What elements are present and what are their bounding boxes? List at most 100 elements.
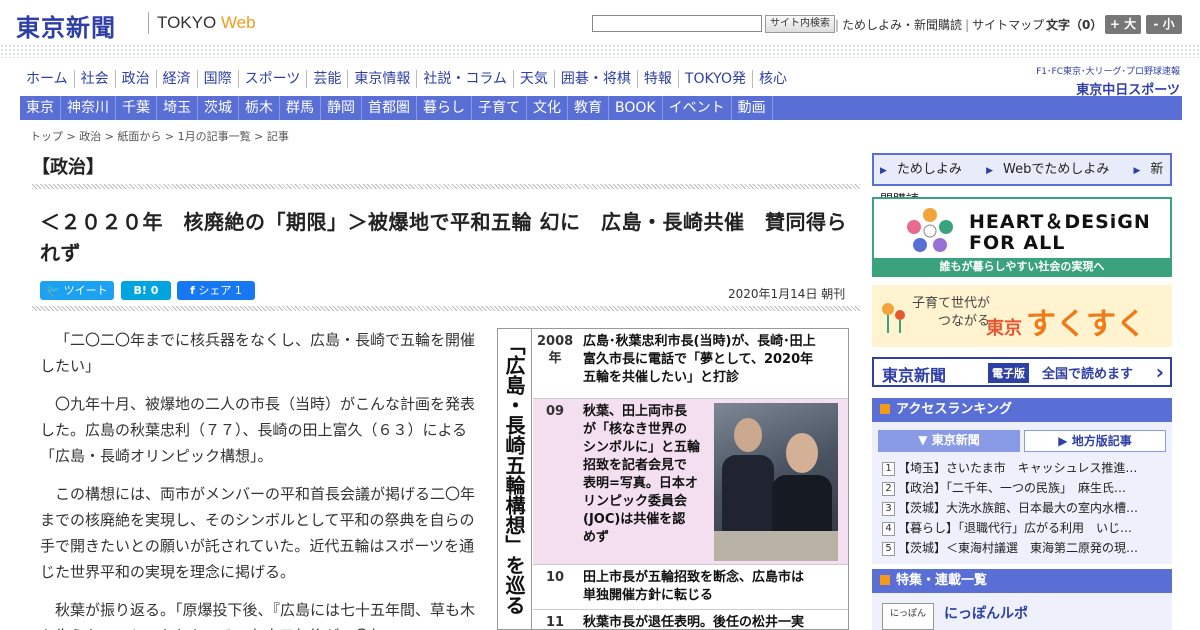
nav-item-weather[interactable]: 天気: [514, 70, 555, 88]
digital-edition-banner[interactable]: 東京新聞 電子版 全国で読めます ›: [872, 357, 1172, 387]
nav-item-kakushin[interactable]: 核心: [753, 70, 793, 88]
breadcrumb-january[interactable]: 1月の記事一覧: [178, 130, 251, 143]
article-paragraph: 秋葉が振り返る。「原爆投下後、『広島には七十五年間、草も木も生えない』といわれた…: [40, 601, 476, 630]
sukusuku-tagline-2: つながる: [938, 314, 991, 329]
subnav-item-kanagawa[interactable]: 神奈川: [61, 96, 116, 120]
search-input[interactable]: [592, 15, 762, 32]
heart-design-logo-icon: [907, 208, 953, 252]
header-dot-band: [0, 44, 1200, 58]
subnav-item-shutoken[interactable]: 首都圏: [362, 96, 417, 120]
subnav-item-gunma[interactable]: 群馬: [280, 96, 321, 120]
trial-link-label: ためしよみ: [896, 162, 962, 177]
section-divider: [32, 184, 860, 189]
timeline-figure[interactable]: 「広島・長崎五輪構想」を巡る動き 2008 年 広島･秋葉忠利市長(当時)が、長…: [497, 328, 849, 630]
subnav-item-kyoiku[interactable]: 教育: [568, 96, 609, 120]
timeline-year: 2008 年: [537, 334, 574, 366]
ranking-tab-tokyo[interactable]: ▼ 東京新聞: [878, 430, 1020, 452]
nav-item-tokyo-hatsu[interactable]: TOKYO発: [679, 70, 753, 88]
subnav-item-kosodate[interactable]: 子育て: [472, 96, 527, 120]
main-nav: ホーム 社会 政治 経済 国際 スポーツ 芸能 東京情報 社説・コラム 天気 囲碁・将棋 特報 TOKY…: [20, 70, 793, 92]
subnav-item-book[interactable]: BOOK: [609, 96, 663, 120]
trial-subscribe-box: ▶ためしよみ ▶Webでためしよみ ▶新聞購読: [872, 153, 1172, 208]
nav-item-politics[interactable]: 政治: [116, 70, 157, 88]
nav-item-tokyo-info[interactable]: 東京情報: [348, 70, 418, 88]
nav-item-international[interactable]: 国際: [198, 70, 239, 88]
article-divider: [32, 306, 860, 311]
subnav-item-shizuoka[interactable]: 静岡: [321, 96, 362, 120]
ranking-tab-local-label: 地方版記事: [1071, 434, 1132, 448]
breadcrumb-current: 記事: [266, 130, 289, 143]
breadcrumb-shimen[interactable]: 紙面から: [117, 130, 161, 143]
ranking-list: 1 【埼玉】さいたま市 キャッシュレス推進… 2 【政治】「二千年、一つの民族」 麻…: [882, 458, 1166, 558]
font-bigger-button[interactable]: + 大: [1105, 15, 1141, 34]
timeline-text: 田上市長が五輪招致を断念、広島市は 単独開催方針に転じる: [583, 570, 805, 603]
subnav-item-chiba[interactable]: 千葉: [116, 96, 157, 120]
nav-item-home[interactable]: ホーム: [20, 70, 75, 88]
tweet-button[interactable]: 🐦 ツイート: [40, 281, 114, 300]
sukusuku-banner[interactable]: 子育て世代が つながる 東京 すくすく: [872, 285, 1172, 347]
web-trial-link[interactable]: ▶ Webでためしよみ: [986, 162, 1119, 177]
subnav-item-bunka[interactable]: 文化: [527, 96, 568, 120]
top-link-subscribe[interactable]: ためしよみ・新聞購読: [839, 18, 965, 32]
chunichi-sports-link[interactable]: F1･FC東京･大リーグ･プロ野球速報 東京中日スポーツ: [1030, 64, 1180, 98]
article-body: 「二〇二〇年までに核兵器をなくし、広島・長崎で五輪を開催したい」 〇九年十月、被…: [40, 327, 480, 630]
regional-nav: 東京 神奈川 千葉 埼玉 茨城 栃木 群馬 静岡 首都圏 暮らし 子育て 文化 教育 BOOK イベント 動画: [20, 96, 1182, 120]
nav-item-sports[interactable]: スポーツ: [239, 70, 308, 88]
sukusuku-city: 東京: [986, 318, 1022, 339]
nav-item-entertainment[interactable]: 芸能: [307, 70, 349, 88]
facebook-icon: f: [190, 284, 195, 297]
facebook-share-label: シェア 1: [198, 284, 242, 297]
heart-design-banner[interactable]: HEART＆DESiGN FOR ALL 誰もが暮らしやすい社会の実現へ: [872, 197, 1172, 277]
timeline-year: 09: [545, 404, 565, 419]
subnav-item-saitama[interactable]: 埼玉: [157, 96, 198, 120]
square-bullet-icon: [880, 575, 890, 585]
site-header: 東京新聞 TOKYO Web サイト内検索 | ためしよみ・新聞購読 | サイトマップ…: [0, 0, 1200, 46]
top-links: | ためしよみ・新聞購読 | サイトマップ |: [835, 18, 1052, 32]
ranking-tab-local[interactable]: ▶ 地方版記事: [1024, 430, 1166, 452]
hatena-bookmark-button[interactable]: B! 0: [121, 281, 171, 300]
font-smaller-button[interactable]: - 小: [1146, 15, 1182, 34]
subnav-item-video[interactable]: 動画: [732, 96, 773, 120]
ranking-item[interactable]: 3 【茨城】大洗水族館、日本最大の室内水槽…: [882, 498, 1166, 518]
nav-item-tokuho[interactable]: 特報: [638, 70, 679, 88]
subnav-item-kurashi[interactable]: 暮らし: [417, 96, 472, 120]
breadcrumb-politics[interactable]: 政治: [79, 130, 101, 143]
site-logo[interactable]: 東京新聞: [16, 8, 116, 43]
nippon-rupo-icon[interactable]: にっぽん: [882, 603, 934, 630]
heart-design-title-1: HEART＆DESiGN: [969, 211, 1151, 233]
subnav-item-event[interactable]: イベント: [663, 96, 732, 120]
subnav-item-ibaraki[interactable]: 茨城: [198, 96, 239, 120]
ranking-item[interactable]: 2 【政治】「二千年、一つの民族」 麻生氏…: [882, 478, 1166, 498]
nav-item-go-shogi[interactable]: 囲碁・将棋: [555, 70, 638, 88]
triangle-icon: ▶: [880, 166, 887, 176]
nav-item-society[interactable]: 社会: [75, 70, 116, 88]
ranking-item-text: 【暮らし】「退職代行」広がる利用 いじ…: [898, 521, 1133, 535]
ranking-tab-tokyo-label: 東京新聞: [931, 433, 980, 447]
article-headline: ＜２０２０年 核廃絶の「期限」＞被爆地で平和五輪 幻に 広島・長崎共催 賛同得ら…: [40, 210, 847, 265]
breadcrumb-top[interactable]: トップ: [30, 130, 63, 143]
sukusuku-tagline: 子育て世代が つながる: [912, 295, 990, 331]
tweet-label: ツイート: [63, 284, 108, 297]
access-ranking-box: アクセスランキング ▼ 東京新聞 ▶ 地方版記事 1 【埼玉】さいたま市 キャッシ…: [872, 398, 1172, 564]
nav-item-editorial[interactable]: 社説・コラム: [417, 70, 514, 88]
ranking-item-text: 【政治】「二千年、一つの民族」 麻生氏…: [898, 481, 1127, 495]
nippon-rupo-link[interactable]: にっぽんルポ: [944, 603, 1028, 623]
timeline-text: 広島･秋葉忠利市長(当時)が、長崎･田上 富久市長に電話で「夢として、2020年…: [583, 334, 816, 385]
tokyo-web-logo[interactable]: TOKYO Web: [157, 13, 256, 33]
top-link-sitemap[interactable]: サイトマップ: [969, 18, 1047, 32]
nav-item-economy[interactable]: 経済: [157, 70, 198, 88]
facebook-share-button[interactable]: f シェア 1: [177, 281, 255, 300]
timeline-year: 10: [545, 570, 565, 585]
ranking-item[interactable]: 4 【暮らし】「退職代行」広がる利用 いじ…: [882, 518, 1166, 538]
triangle-icon: ▶: [986, 166, 993, 176]
trial-link[interactable]: ▶ ためしよみ: [880, 162, 972, 177]
site-search-button[interactable]: サイト内検索: [765, 15, 835, 33]
ranking-item-text: 【茨城】大洗水族館、日本最大の室内水槽…: [898, 501, 1139, 515]
ranking-item[interactable]: 5 【茨城】＜東海村議選 東海第二原発の現…: [882, 538, 1166, 558]
subnav-item-tochigi[interactable]: 栃木: [239, 96, 280, 120]
subnav-item-tokyo[interactable]: 東京: [20, 96, 61, 120]
ranking-item[interactable]: 1 【埼玉】さいたま市 キャッシュレス推進…: [882, 458, 1166, 478]
digital-edition-text: 全国で読めます: [1042, 367, 1134, 382]
timeline-row: 10 田上市長が五輪招致を断念、広島市は 単独開催方針に転じる: [533, 565, 848, 610]
ranking-item-text: 【茨城】＜東海村議選 東海第二原発の現…: [898, 541, 1139, 555]
